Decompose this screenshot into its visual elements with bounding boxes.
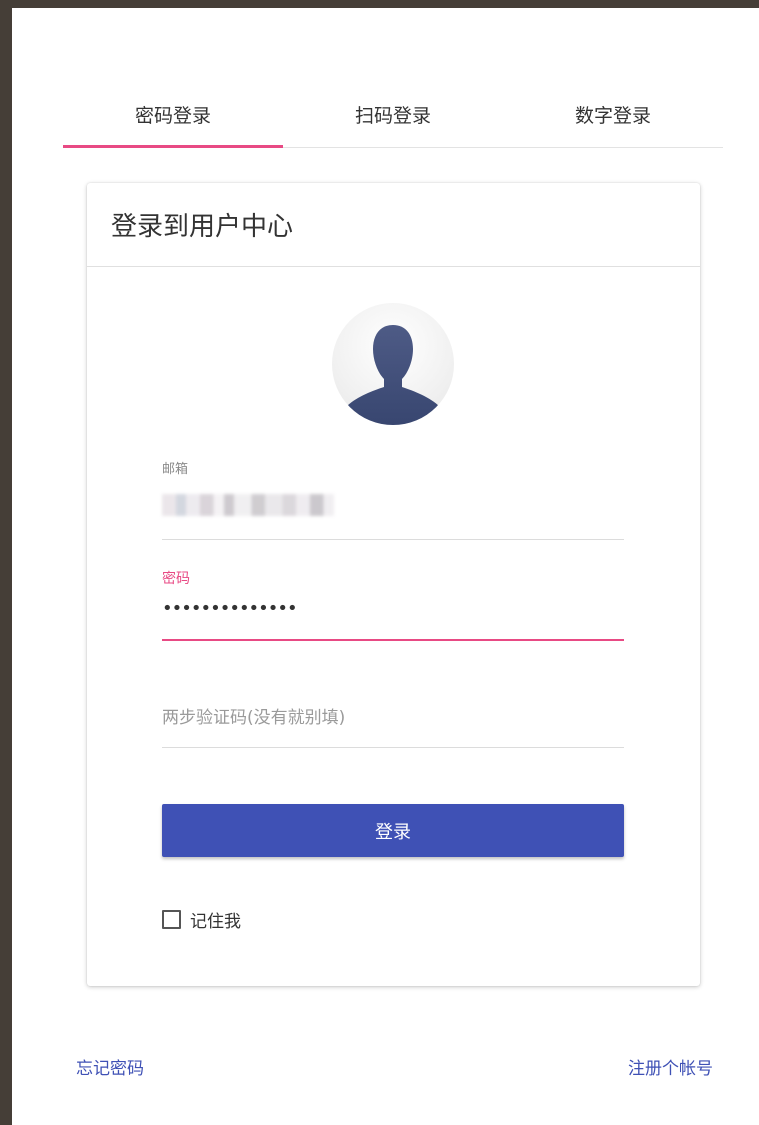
login-page: 密码登录 扫码登录 数字登录 登录到用户中心 邮箱 密码 •••••••••••… xyxy=(12,8,759,1125)
email-value-redacted xyxy=(162,494,334,516)
tab-label: 数字登录 xyxy=(574,104,651,127)
two-factor-code-field[interactable]: 两步验证码(没有就别填) xyxy=(162,703,624,763)
password-value: •••••••••••••• xyxy=(162,598,298,619)
password-label: 密码 xyxy=(162,571,190,587)
password-underline-focused xyxy=(162,639,624,641)
active-tab-indicator xyxy=(63,145,283,148)
two-factor-placeholder: 两步验证码(没有就别填) xyxy=(162,708,346,728)
login-card: 登录到用户中心 邮箱 密码 •••••••••••••• 两步验证码(没有就别填… xyxy=(87,183,700,986)
checkbox-icon[interactable] xyxy=(162,910,181,929)
two-factor-underline xyxy=(162,747,624,748)
remember-me-checkbox[interactable]: 记住我 xyxy=(162,907,241,932)
tab-digital-login[interactable]: 数字登录 xyxy=(503,80,723,148)
password-field[interactable]: 密码 •••••••••••••• xyxy=(162,568,624,648)
tab-label: 密码登录 xyxy=(134,104,211,127)
user-silhouette-icon xyxy=(332,303,454,425)
login-method-tabs: 密码登录 扫码登录 数字登录 xyxy=(63,80,723,148)
email-field[interactable]: 邮箱 xyxy=(162,458,624,540)
tab-password-login[interactable]: 密码登录 xyxy=(63,80,283,148)
remember-me-label: 记住我 xyxy=(190,912,241,932)
login-button[interactable]: 登录 xyxy=(162,804,624,857)
forgot-password-link[interactable]: 忘记密码 xyxy=(76,1054,144,1079)
register-link[interactable]: 注册个帐号 xyxy=(628,1054,713,1079)
card-title: 登录到用户中心 xyxy=(87,183,700,267)
email-underline xyxy=(162,539,624,540)
email-label: 邮箱 xyxy=(162,462,189,477)
tab-qrcode-login[interactable]: 扫码登录 xyxy=(283,80,503,148)
tab-label: 扫码登录 xyxy=(354,104,431,127)
